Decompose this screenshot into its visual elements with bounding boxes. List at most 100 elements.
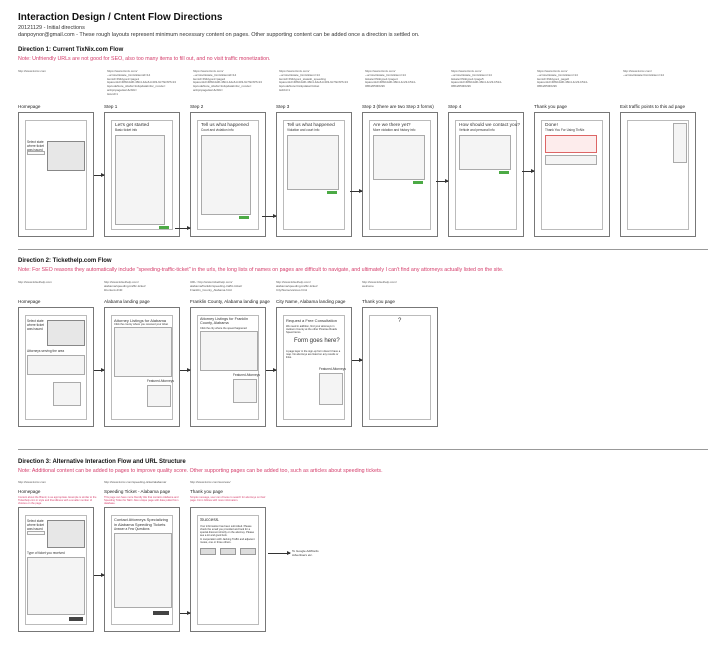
attorney-state-list[interactable] [27, 355, 85, 375]
s2-home-select-label: Select state where ticket was issued [27, 319, 45, 331]
s3-contact-sub: Answer a Few Questions [114, 527, 150, 531]
s3-step-note-0: Content about the Brand, is as appropria… [18, 496, 97, 506]
s2-city-body: We need in addition, find your attorneys… [286, 325, 337, 335]
s1-arrow-3 [262, 214, 277, 218]
s3-frame-homepage: Select state where ticket was issued Typ… [18, 507, 94, 632]
s1-step-0: Homepage [18, 104, 41, 109]
s1-thanks-sub: Thank You For Using TixNix [545, 128, 585, 132]
s3-url-0: http://www.tixnix.com [18, 480, 47, 484]
contact-form[interactable] [114, 533, 172, 608]
ad-column[interactable] [673, 123, 687, 163]
s2-arrow-3 [266, 368, 277, 372]
s2-al-sub: Click the county where you received your… [114, 323, 169, 326]
s1-frame-step4: How should we contact you? Vehicle and p… [448, 112, 524, 237]
s1-url-1: https://www.tixnix.com/ ~ucmisc&state_ti… [107, 69, 176, 96]
step3b-form[interactable] [373, 135, 425, 180]
city-list[interactable] [200, 331, 258, 371]
us-map-icon[interactable] [47, 141, 85, 171]
s1-step2-sub: Court and violation info [201, 128, 234, 132]
featured-attorneys[interactable] [233, 379, 257, 403]
s2-fr-title: Attorney Listings for Franklin County, A… [200, 317, 249, 325]
section3-title: Direction 3: Alternative Interaction Flo… [18, 459, 186, 465]
s2-city-featured: Featured Attorneys [319, 367, 346, 371]
s1-frame-inner [25, 120, 87, 230]
section1-title: Direction 1: Current TixNix.com Flow [18, 47, 124, 53]
s1-arrow-4 [350, 189, 363, 193]
step3-form[interactable] [287, 135, 339, 190]
s3-url-1: http://www.tixnix.com/speeding-ticket/al… [104, 480, 167, 484]
step2-next-button[interactable] [239, 216, 249, 219]
ticket-type-options[interactable] [27, 557, 85, 615]
s2-step-1: Alabama landing page [104, 299, 150, 304]
s3-home-select-label: Select state where ticket was issued [27, 519, 45, 531]
section2-note: Note: For SEO reasons they automatically… [18, 267, 504, 273]
s2-url-1: http://www.tickethelp.com/ alabama/speed… [104, 280, 146, 292]
s2-step-3: City Name, Alabama landing page [276, 299, 346, 304]
s1-frame-step3b: Are we there yet? More violation and his… [362, 112, 438, 237]
s3-step-note-1: This page can have more friendly title t… [104, 496, 179, 506]
s3-contact-title: Contact Attorneys Specializing in Alabam… [114, 517, 169, 527]
s1-frame-step2: Tell us what happened Court and violatio… [190, 112, 266, 237]
s2-url-4: http://www.tickethelp.com/ welcome [362, 280, 397, 288]
s1-frame-step3: Tell us what happened Violation and cour… [276, 112, 352, 237]
s1-frame-thanks: Done! Thank You For Using TixNix [534, 112, 610, 237]
featured-attorneys[interactable] [53, 382, 81, 406]
s3-url-2: http://www.tixnix.com/success/ [190, 480, 231, 484]
s1-frame-exit [620, 112, 696, 237]
step4-submit-button[interactable] [499, 171, 509, 174]
s3-success-more: In cooperation with Jacking Traffic and … [200, 538, 255, 545]
submit-button[interactable] [153, 611, 169, 615]
contact-line: danpoynor@gmail.com - These rough layout… [18, 32, 420, 38]
s1-url-2: https://www.tixnix.com/ ~ucmisc&state_ti… [193, 69, 262, 92]
s1-step-4: Step 3 (there are two Step 3 forms) [362, 104, 434, 109]
state-select[interactable] [27, 151, 45, 155]
featured-attorneys[interactable] [319, 373, 343, 405]
state-select[interactable] [27, 531, 45, 535]
section3-note: Note: Additional content can be added to… [18, 468, 383, 474]
s1-arrow-2 [175, 226, 191, 230]
s3-step-0: Homepage [18, 489, 41, 494]
s2-frame-homepage: Select state where ticket was issued Att… [18, 307, 94, 427]
step2-form[interactable] [201, 135, 251, 215]
s2-step-2: Franklin County, Alabama landing page [190, 299, 270, 304]
page-title: Interaction Design / Cntent Flow Directi… [18, 12, 223, 23]
s2-thanks-text: ? [398, 318, 402, 324]
s1-frame-homepage: Select state where ticket was issued [18, 112, 94, 237]
s1-step4-sub: Vehicle and personal info [459, 128, 495, 132]
s2-arrow-1 [94, 368, 105, 372]
s1-url-4: https://www.tixnix.com/ ~ucmisc&state_ti… [365, 69, 416, 88]
step4-form[interactable] [459, 135, 511, 170]
s2-frame-thanks: ? [362, 307, 438, 427]
s1-url-6: https://www.tixnix.com/ ~ucmisc&state_ti… [537, 69, 588, 88]
s3-success-body: Your information has been submitted. Ple… [200, 525, 255, 538]
thanks-details [545, 155, 597, 165]
step3-next-button[interactable] [327, 191, 337, 194]
s1-arrow-1 [94, 173, 105, 177]
us-map-icon[interactable] [47, 320, 85, 346]
featured-attorneys[interactable] [147, 385, 171, 407]
thanks-message-box [545, 135, 597, 153]
s3-home-type-label: Type of ticket you received [27, 551, 65, 555]
s1-url-0: http://www.tixnix.com [18, 69, 47, 73]
section2-title: Direction 2: Tickethelp.com Flow [18, 258, 112, 264]
s2-frame-city: Request a Free Consultation We need in a… [276, 307, 352, 427]
step1-form[interactable] [115, 135, 165, 225]
s2-frame-franklin: Attorney Listings for Franklin County, A… [190, 307, 266, 427]
s2-home-list-label: Attorneys serving the area [27, 349, 65, 353]
s1-step-7: Exit traffic points to this ad page [620, 104, 686, 109]
county-list[interactable] [114, 327, 172, 377]
us-map-icon[interactable] [47, 520, 85, 548]
step3b-next-button[interactable] [413, 181, 423, 184]
ad-slot-3[interactable] [240, 548, 256, 555]
s1-step-5: Step 4 [448, 104, 462, 109]
find-attorney-button[interactable] [69, 617, 83, 621]
s1-step-1: Step 1 [104, 104, 118, 109]
step1-next-button[interactable] [159, 226, 169, 229]
s2-step-4: Thank you page [362, 299, 395, 304]
s1-arrow-6 [522, 169, 535, 173]
ad-slot-1[interactable] [200, 548, 216, 555]
s2-url-0: http://www.tickethelp.com [18, 280, 52, 284]
s3-arrow-1 [94, 573, 105, 577]
section-divider-2 [18, 449, 708, 450]
ad-slot-2[interactable] [220, 548, 236, 555]
